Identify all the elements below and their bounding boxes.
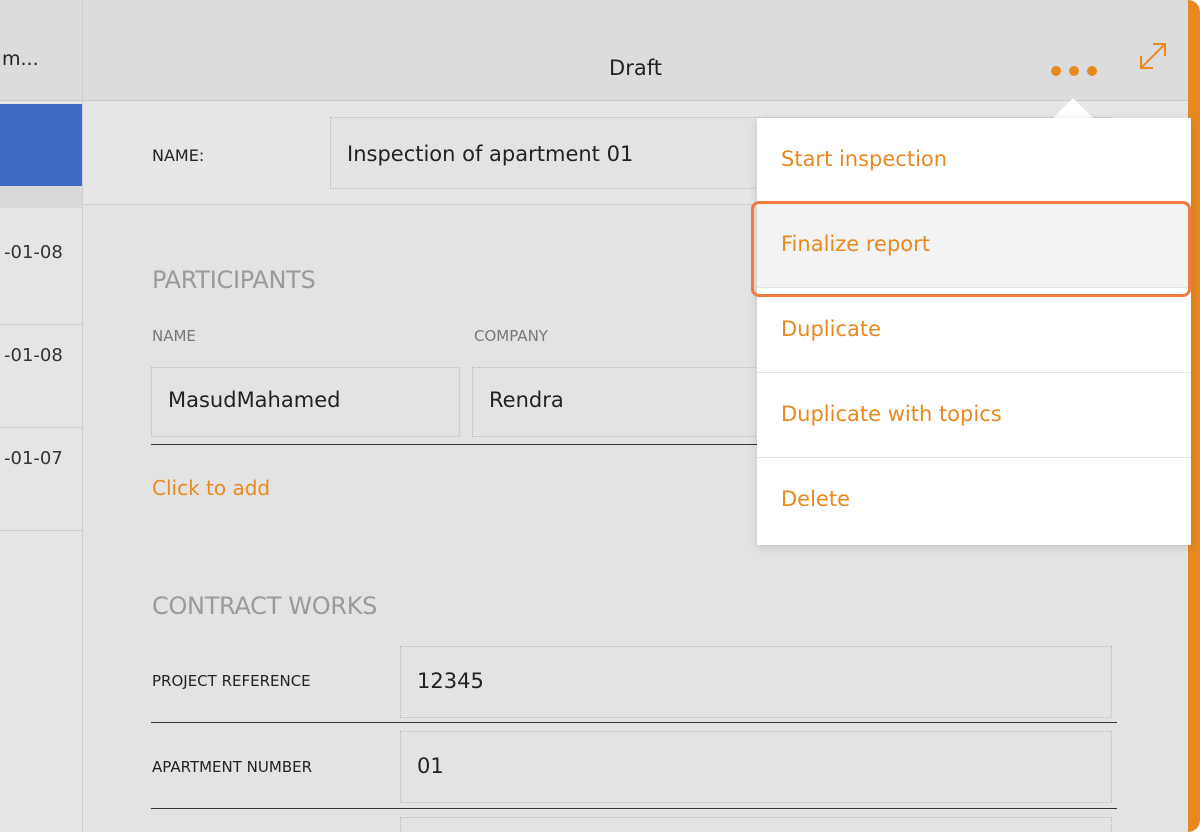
more-horizontal-icon[interactable] — [1045, 62, 1101, 80]
detail-header: Draft — [83, 0, 1188, 101]
list-item[interactable]: -01-08 — [0, 222, 82, 325]
actions-menu: Start inspection Finalize report Duplica… — [757, 118, 1191, 545]
menu-item-duplicate[interactable]: Duplicate — [757, 288, 1191, 373]
apartment-number-input[interactable]: 01 — [400, 731, 1112, 803]
status-title: Draft — [609, 56, 662, 80]
focus-highlight-ring — [751, 201, 1191, 297]
menu-item-start-inspection[interactable]: Start inspection — [757, 118, 1191, 203]
name-label: NAME: — [152, 146, 205, 165]
list-subheader — [0, 186, 82, 208]
list-item-date: -01-08 — [4, 345, 63, 366]
apartment-number-value: 01 — [417, 754, 444, 778]
participants-heading: PARTICIPANTS — [152, 266, 316, 294]
list-item[interactable]: -01-08 — [0, 325, 82, 428]
field-divider — [151, 722, 1117, 723]
list-item-date: -01-08 — [4, 242, 63, 263]
project-reference-value: 12345 — [417, 669, 484, 693]
name-input-value: Inspection of apartment 01 — [347, 142, 634, 166]
expand-icon[interactable] — [1135, 38, 1171, 74]
participant-company-field[interactable]: Rendra — [472, 367, 774, 437]
participant-row-divider — [151, 444, 771, 445]
participant-name-field[interactable]: MasudMahamed — [151, 367, 460, 437]
menu-item-duplicate-with-topics[interactable]: Duplicate with topics — [757, 373, 1191, 458]
menu-caret — [1053, 98, 1093, 118]
menu-item-delete[interactable]: Delete — [757, 458, 1191, 543]
project-reference-input[interactable]: 12345 — [400, 646, 1112, 718]
participants-col-company: COMPANY — [474, 327, 548, 345]
list-header: m... — [0, 0, 82, 101]
add-participant-link[interactable]: Click to add — [152, 476, 270, 500]
field-divider — [151, 808, 1117, 809]
apartment-number-label: APARTMENT NUMBER — [152, 758, 313, 776]
participant-company-value: Rendra — [489, 388, 564, 412]
project-reference-label: PROJECT REFERENCE — [152, 672, 311, 690]
list-header-title: m... — [2, 48, 39, 70]
participants-col-name: NAME — [152, 327, 196, 345]
contract-works-heading: CONTRACT WORKS — [152, 592, 378, 620]
next-field-input[interactable] — [400, 817, 1112, 832]
list-item-selected[interactable] — [0, 104, 82, 186]
participant-name-value: MasudMahamed — [168, 388, 341, 412]
report-list-pane: m... -01-08 -01-08 -01-07 — [0, 0, 83, 832]
app-window: m... -01-08 -01-08 -01-07 Draft NAME: In… — [0, 0, 1200, 832]
list-item-date: -01-07 — [4, 448, 63, 469]
list-item[interactable]: -01-07 — [0, 428, 82, 531]
